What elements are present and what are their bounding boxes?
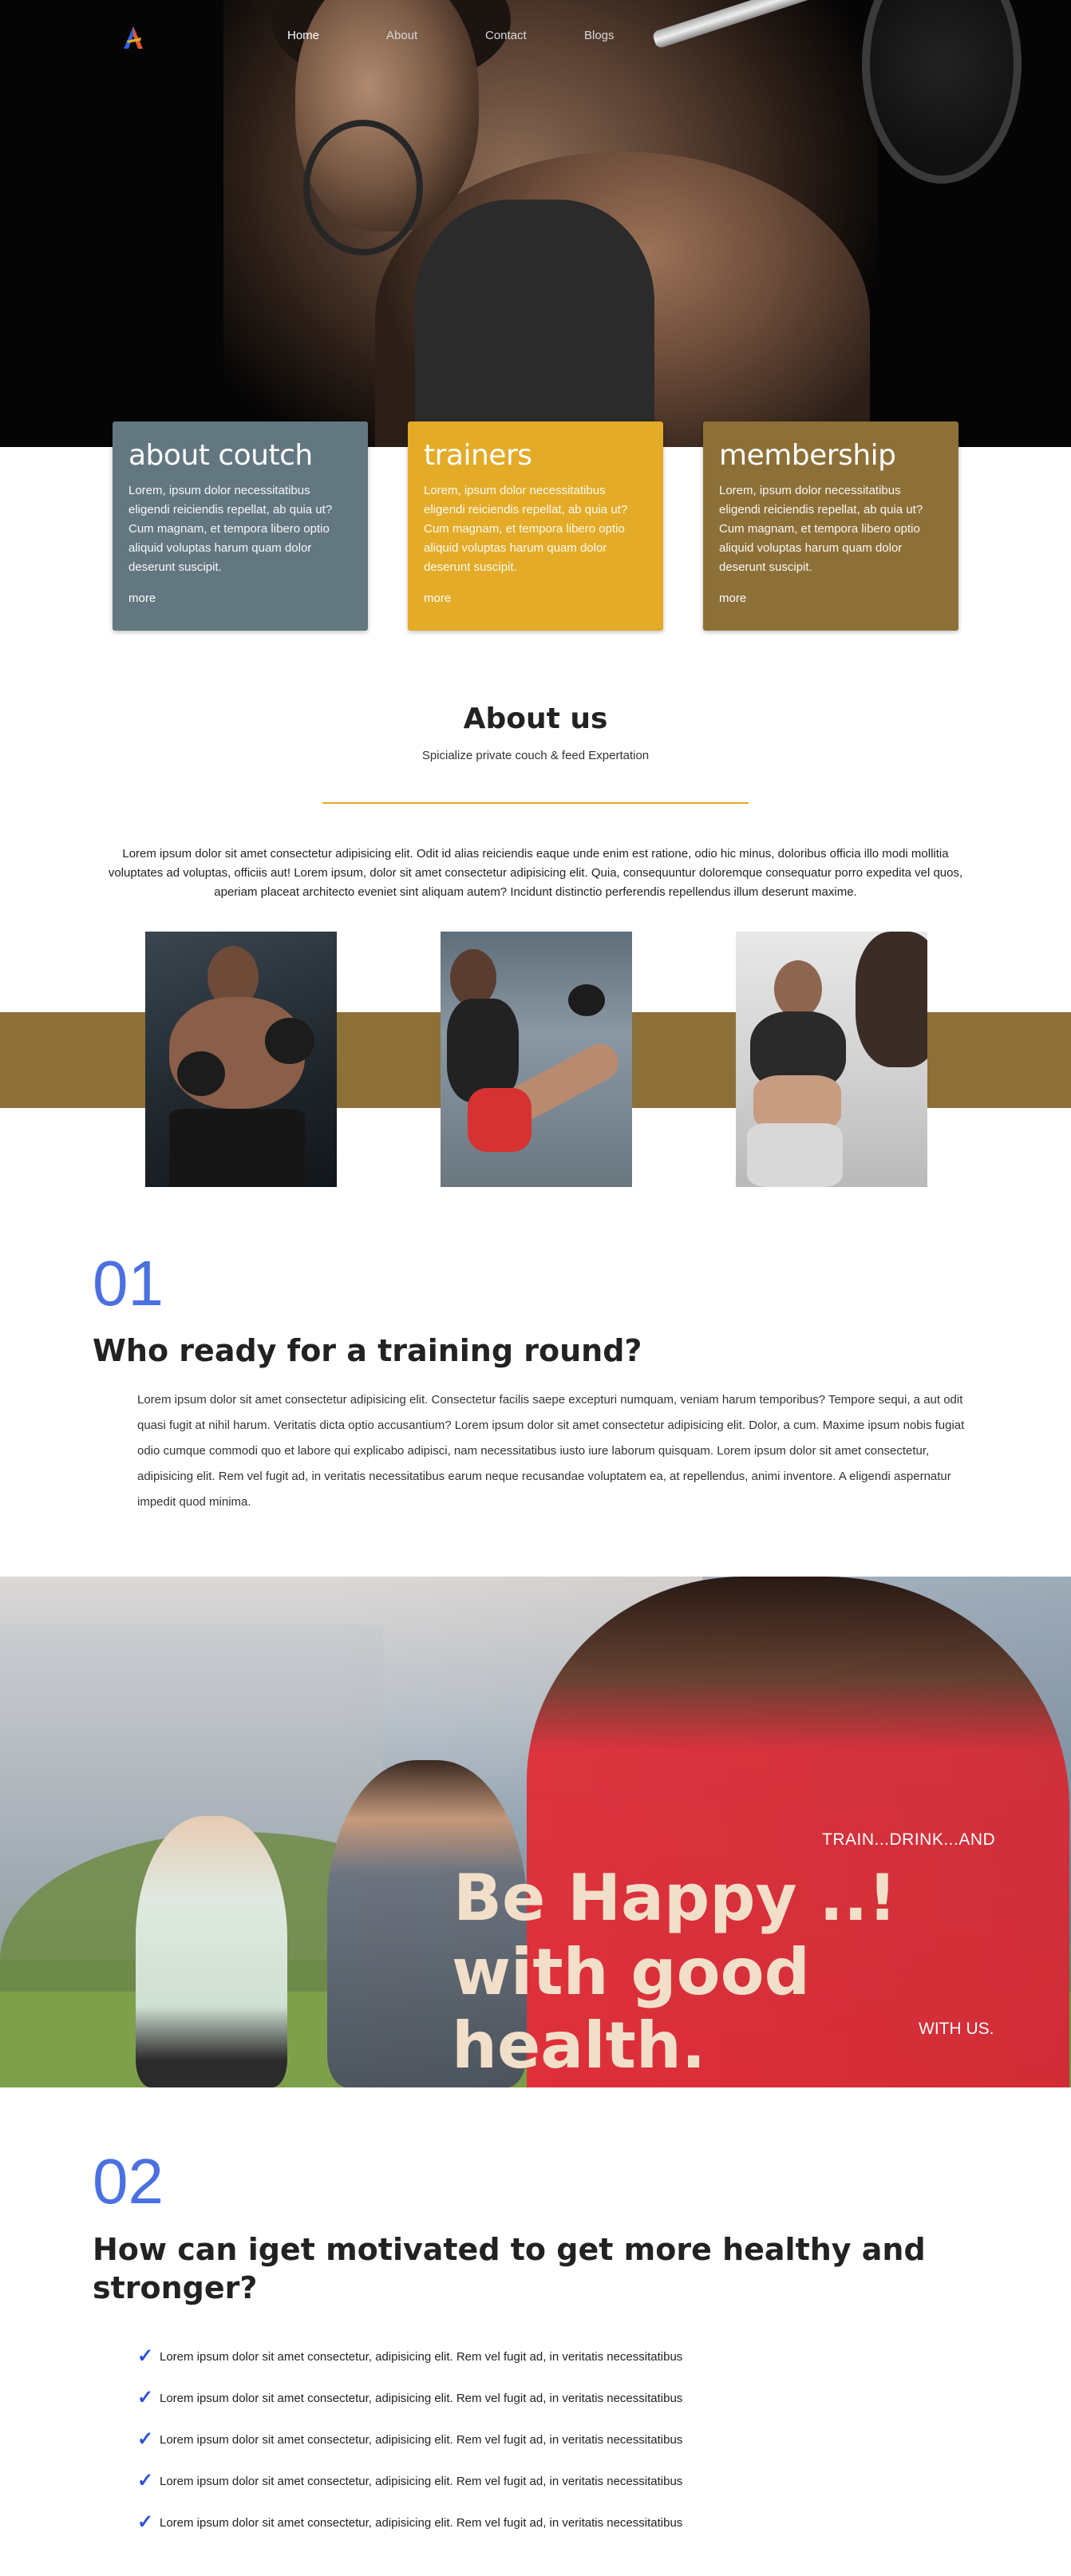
list-item-text: Lorem ipsum dolor sit amet consectetur, … — [160, 2474, 683, 2488]
list-item: ✓ Lorem ipsum dolor sit amet consectetur,… — [137, 2419, 935, 2460]
athlete-top — [415, 200, 654, 447]
banner-headline-1: Be Happy ..! — [453, 1861, 897, 1935]
section-title: How can iget motivated to get more healt… — [93, 2232, 926, 2305]
card-text: Lorem, ipsum dolor necessitatibus eligen… — [719, 484, 923, 574]
card-title: trainers — [424, 439, 532, 472]
about-divider — [322, 802, 749, 804]
section-number: 01 — [93, 1248, 164, 1319]
card-more-link[interactable]: more — [719, 592, 746, 605]
list-item: ✓ Lorem ipsum dolor sit amet consectetur,… — [137, 2377, 935, 2419]
nav-contact[interactable]: Contact — [485, 29, 584, 42]
banner-tagline-bottom: WITH US. — [919, 2020, 994, 2038]
logo-icon[interactable] — [120, 24, 147, 51]
checkmark-icon: ✓ — [137, 2470, 154, 2491]
card-more-link[interactable]: more — [128, 592, 156, 605]
list-item-text: Lorem ipsum dolor sit amet consectetur, … — [160, 2391, 683, 2405]
checkmark-icon: ✓ — [137, 2387, 154, 2408]
list-item: ✓ Lorem ipsum dolor sit amet consectetur,… — [137, 2502, 935, 2543]
banner-headline-2: with good health. — [452, 1935, 810, 2083]
nav-about[interactable]: About — [386, 29, 485, 42]
boxer-photo — [145, 932, 337, 1187]
card-text: Lorem, ipsum dolor necessitatibus eligen… — [128, 484, 333, 574]
hero-image — [0, 0, 1071, 447]
nav-blogs[interactable]: Blogs — [584, 29, 683, 42]
list-item-text: Lorem ipsum dolor sit amet consectetur, … — [160, 2349, 683, 2364]
checkmark-icon: ✓ — [137, 2428, 154, 2450]
main-nav: Home About Contact Blogs — [287, 29, 683, 42]
card-more-link[interactable]: more — [424, 592, 451, 605]
section-title: Who ready for a training round? — [93, 1333, 642, 1368]
about-title: About us — [463, 702, 608, 735]
kickboxer-photo — [441, 932, 632, 1187]
checkmark-icon: ✓ — [137, 2511, 154, 2533]
benefits-list: ✓ Lorem ipsum dolor sit amet consectetur,… — [137, 2336, 935, 2543]
section-text: Lorem ipsum dolor sit amet consectetur a… — [137, 1393, 965, 1509]
card-title: membership — [719, 439, 896, 472]
about-text: Lorem ipsum dolor sit amet consectetur a… — [108, 847, 963, 899]
card-membership: membership Lorem, ipsum dolor necessitat… — [703, 421, 958, 631]
section-number: 02 — [93, 2146, 164, 2217]
list-item: ✓ Lorem ipsum dolor sit amet consectetur,… — [137, 2336, 935, 2377]
card-text: Lorem, ipsum dolor necessitatibus eligen… — [424, 484, 628, 574]
card-trainers: trainers Lorem, ipsum dolor necessitatib… — [408, 421, 663, 631]
list-item-text: Lorem ipsum dolor sit amet consectetur, … — [160, 2432, 683, 2447]
banner-tagline-top: TRAIN...DRINK...AND — [822, 1830, 996, 1849]
list-item: ✓ Lorem ipsum dolor sit amet consectetur,… — [137, 2460, 935, 2502]
barbell-plate-2 — [303, 120, 423, 255]
checkmark-icon: ✓ — [137, 2345, 154, 2367]
boxing-woman-photo — [736, 932, 927, 1187]
card-title: about coutch — [128, 439, 313, 472]
nav-home[interactable]: Home — [287, 29, 386, 42]
barbell-plate — [862, 0, 1022, 184]
card-about-coutch: about coutch Lorem, ipsum dolor necessit… — [113, 421, 368, 631]
about-subtitle: Spicialize private couch & feed Expertat… — [421, 749, 650, 762]
list-item-text: Lorem ipsum dolor sit amet consectetur, … — [160, 2515, 683, 2530]
